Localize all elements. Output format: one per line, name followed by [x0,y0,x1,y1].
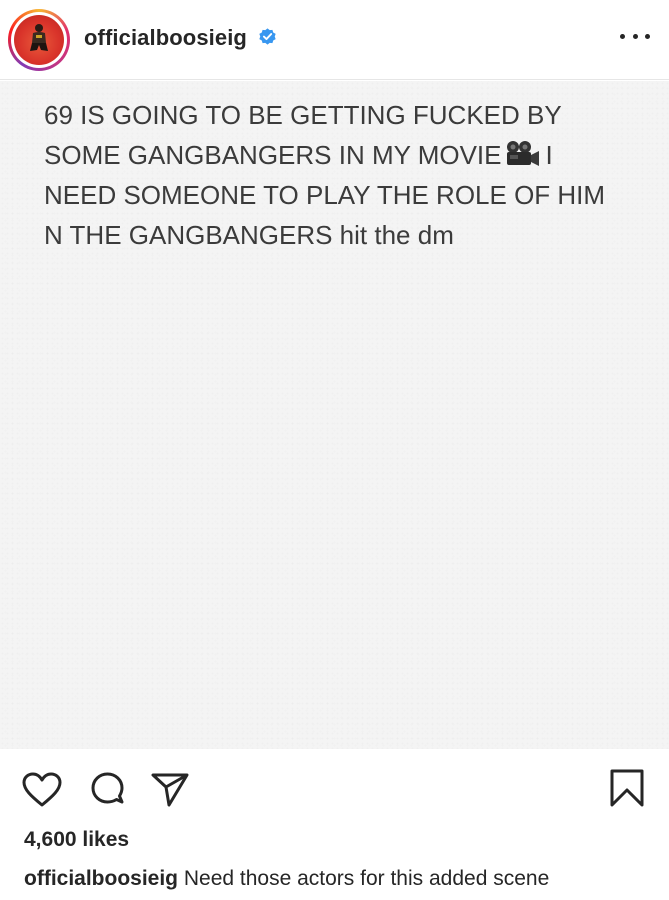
post-text-line: SOME GANGBANGERS IN MY MOVIE I [44,135,644,175]
caption-username[interactable]: officialboosieig [24,867,178,890]
post-text-line: NEED SOMEONE TO PLAY THE ROLE OF HIM [44,180,606,210]
more-options-icon[interactable] [620,26,650,46]
comment-icon[interactable] [88,770,128,810]
share-icon[interactable] [150,770,190,808]
caption-text: Need those actors for this added scene [183,867,550,890]
verified-badge-icon [259,28,276,45]
post-username[interactable]: officialboosieig [84,25,247,51]
avatar[interactable] [8,9,70,71]
post-text-line: N THE GANGBANGERS hit the dm [44,220,454,250]
heart-icon[interactable] [22,772,62,808]
post-text-fragment: I [545,140,553,170]
like-count[interactable]: 4,600 likes [24,828,129,852]
post-text-fragment: SOME GANGBANGERS IN MY MOVIE [44,140,502,170]
post-header: officialboosieig [0,0,669,80]
caption: officialboosieig Need those actors for t… [24,867,654,891]
bookmark-icon[interactable] [609,768,645,808]
post-text-line: 69 IS GOING TO BE GETTING FUCKED BY [44,100,562,130]
post-text: 69 IS GOING TO BE GETTING FUCKED BY SOME… [44,95,644,255]
action-bar [0,750,669,820]
avatar-figure-icon [30,24,48,51]
movie-camera-icon [506,141,539,166]
